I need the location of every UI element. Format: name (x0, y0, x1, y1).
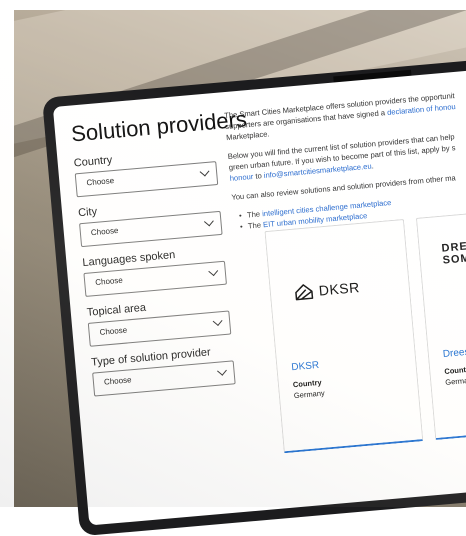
country-filter-label: Country (73, 154, 113, 170)
laptop-bezel: Solution providers Country Choose City C… (42, 50, 466, 536)
chevron-down-icon (199, 166, 210, 177)
provider-name-link[interactable]: Drees & Somm (442, 343, 466, 360)
honour-link[interactable]: honour (229, 172, 253, 183)
country-select-value: Choose (86, 176, 115, 188)
laptop-screen: Solution providers Country Choose City C… (52, 61, 466, 526)
list-item-prefix: The (246, 209, 263, 220)
drees-sommer-logo: DREES & SOMME (441, 238, 466, 267)
image-border-top (0, 0, 466, 10)
chevron-down-icon (212, 316, 223, 326)
provider-type-select-value: Choose (103, 375, 132, 387)
list-item-prefix: The (247, 220, 264, 231)
intro-content: The Smart Cities Marketplace offers solu… (224, 81, 466, 233)
provider-name-link[interactable]: DKSR (291, 360, 320, 373)
dksr-logo-text: DKSR (318, 279, 361, 299)
chevron-down-icon (203, 216, 214, 227)
provider-card-drees-sommer[interactable]: DREES & SOMME Drees & Somm Country Germa… (415, 205, 466, 441)
country-value: Germany (293, 388, 326, 401)
city-select-value: Choose (90, 225, 119, 238)
dksr-logo-mark-icon (295, 284, 314, 301)
languages-select-value: Choose (94, 275, 124, 288)
city-filter-label: City (77, 205, 98, 220)
country-label: Country (443, 364, 466, 376)
topical-area-select-value: Choose (99, 325, 128, 337)
intro-text: . (371, 161, 375, 171)
page-title: Solution providers (70, 106, 248, 147)
dksr-logo: DKSR (292, 272, 404, 305)
image-border-left (0, 0, 14, 507)
topical-area-filter-label: Topical area (86, 301, 147, 319)
provider-card-dksr[interactable]: DKSR DKSR Country Germany (264, 218, 424, 454)
city-select[interactable]: Choose (79, 210, 223, 248)
country-label: Country (292, 377, 322, 390)
country-value: Germany (444, 375, 466, 387)
chevron-down-icon (217, 365, 227, 376)
chevron-down-icon (208, 266, 219, 277)
intro-text: Marketplace. (225, 129, 270, 143)
